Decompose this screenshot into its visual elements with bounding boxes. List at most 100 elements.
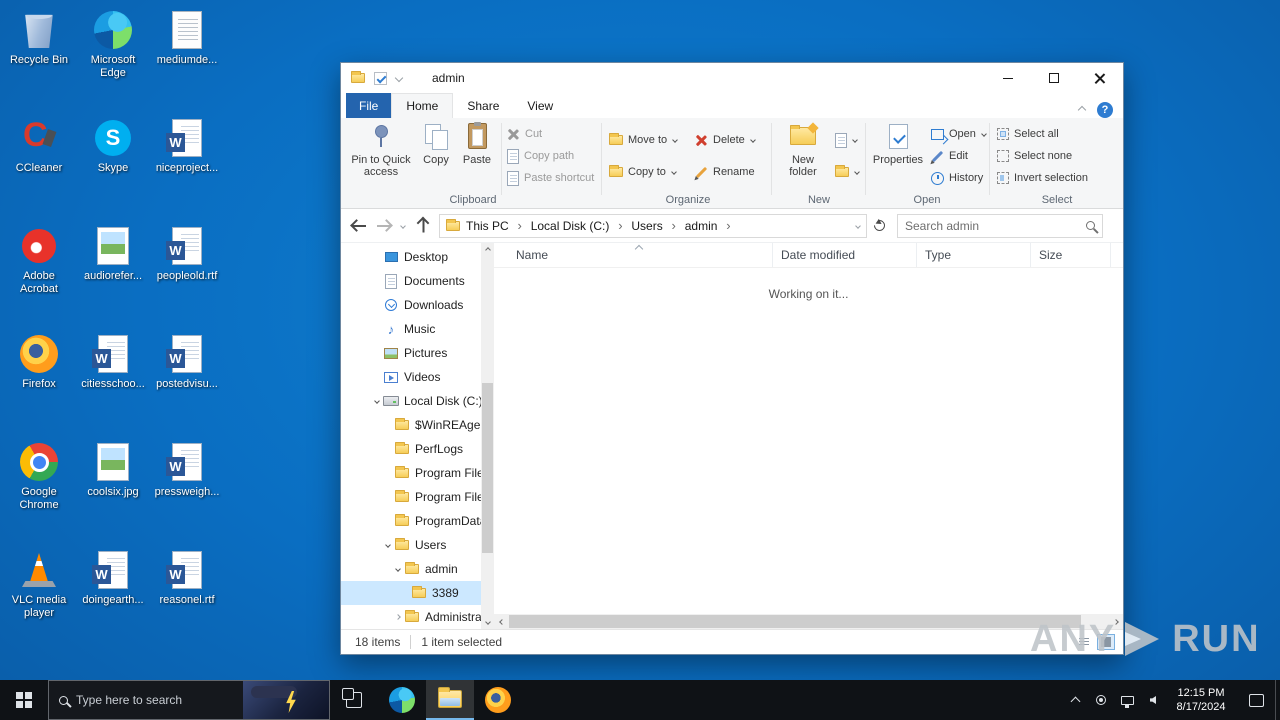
desktop-icon-mediumde[interactable]: mediumde... [150, 4, 224, 112]
tray-network-icon[interactable] [1115, 680, 1139, 720]
scrollbar-thumb[interactable] [509, 615, 1081, 628]
task-view-button[interactable] [330, 680, 378, 720]
nav-item-music[interactable]: Music [341, 317, 481, 341]
column-header-date-modified[interactable]: Date modified [773, 243, 917, 267]
breadcrumb-separator-icon[interactable] [515, 218, 525, 233]
column-header-name[interactable]: Name [494, 243, 773, 267]
minimize-button[interactable] [985, 63, 1031, 93]
tab-view[interactable]: View [513, 93, 567, 118]
nav-item-pictures[interactable]: Pictures [341, 341, 481, 365]
desktop-icon-ccleaner[interactable]: CCleaner [2, 112, 76, 220]
select-none-button[interactable]: Select none [997, 146, 1072, 166]
taskbar-clock[interactable]: 12:15 PM 8/17/2024 [1165, 680, 1237, 720]
taskbar-firefox-button[interactable] [474, 680, 522, 720]
desktop-icon-citiesschoo[interactable]: citiesschoo... [76, 328, 150, 436]
nav-item-perflogs[interactable]: PerfLogs [341, 437, 481, 461]
desktop-icon-doingearth[interactable]: doingearth... [76, 544, 150, 652]
action-center-button[interactable] [1237, 680, 1275, 720]
desktop-icon-adobe-acrobat[interactable]: Adobe Acrobat [2, 220, 76, 328]
desktop-icon-reasonel[interactable]: reasonel.rtf [150, 544, 224, 652]
nav-item-administrator[interactable]: Administrat... [341, 605, 481, 629]
recent-locations-button[interactable] [395, 214, 411, 238]
new-item-button[interactable] [835, 130, 857, 150]
maximize-button[interactable] [1031, 63, 1077, 93]
expander-icon[interactable] [385, 542, 391, 548]
nav-item-desktop[interactable]: Desktop [341, 245, 481, 269]
address-dropdown-icon[interactable] [855, 223, 861, 229]
search-highlight-image[interactable] [243, 681, 329, 719]
title-bar[interactable]: admin [341, 63, 1123, 93]
breadcrumb-separator-icon[interactable] [723, 218, 733, 233]
cut-button[interactable]: Cut [507, 124, 542, 144]
desktop-icon-niceproject[interactable]: niceproject... [150, 112, 224, 220]
select-all-button[interactable]: Select all [997, 124, 1059, 144]
nav-item-programdata[interactable]: ProgramData [341, 509, 481, 533]
copy-to-button[interactable]: Copy to [609, 162, 676, 182]
navpane-scrollbar[interactable] [481, 243, 494, 629]
delete-button[interactable]: Delete [695, 130, 755, 150]
nav-item-winreagent[interactable]: $WinREAgent [341, 413, 481, 437]
desktop-icon-firefox[interactable]: Firefox [2, 328, 76, 436]
breadcrumb-separator-icon[interactable] [669, 218, 679, 233]
tab-share[interactable]: Share [453, 93, 513, 118]
refresh-button[interactable] [867, 214, 891, 238]
breadcrumb-users[interactable]: Users [631, 219, 662, 233]
nav-item-3389[interactable]: 3389 [341, 581, 481, 605]
desktop-icon-recycle-bin[interactable]: Recycle Bin [2, 4, 76, 112]
breadcrumb-separator-icon[interactable] [615, 218, 625, 233]
desktop-icon-postedvisu[interactable]: postedvisu... [150, 328, 224, 436]
edit-button[interactable]: Edit [931, 146, 968, 166]
help-icon[interactable] [1097, 102, 1113, 118]
new-folder-button[interactable]: New folder [777, 121, 829, 201]
show-desktop-button[interactable] [1275, 680, 1280, 720]
desktop-icon-peopleold[interactable]: peopleold.rtf [150, 220, 224, 328]
up-button[interactable] [411, 214, 435, 238]
hidden-icons-button[interactable] [1063, 680, 1087, 720]
search-input[interactable] [905, 219, 1086, 233]
copy-button[interactable]: Copy [417, 121, 455, 201]
open-button[interactable]: Open [931, 124, 986, 144]
nav-item-program-files-x86[interactable]: Program Files [341, 485, 481, 509]
desktop-icon-google-chrome[interactable]: Google Chrome [2, 436, 76, 544]
paste-shortcut-button[interactable]: Paste shortcut [507, 168, 594, 188]
nav-item-admin[interactable]: admin [341, 557, 481, 581]
expander-icon[interactable] [395, 614, 401, 620]
collapse-ribbon-icon[interactable] [1078, 106, 1086, 114]
easy-access-button[interactable] [835, 162, 859, 182]
nav-item-program-files[interactable]: Program Files [341, 461, 481, 485]
taskbar-search-input[interactable] [76, 693, 235, 707]
copy-path-button[interactable]: Copy path [507, 146, 574, 166]
back-button[interactable] [347, 214, 371, 238]
taskbar-search[interactable] [48, 680, 330, 720]
properties-check-icon[interactable] [374, 72, 387, 85]
address-bar[interactable]: This PC Local Disk (C:) Users admin [439, 214, 867, 238]
close-button[interactable] [1077, 63, 1123, 93]
scroll-left-button[interactable] [494, 614, 509, 629]
desktop-icon-coolsix[interactable]: coolsix.jpg [76, 436, 150, 544]
desktop-icon-pressweigh[interactable]: pressweigh... [150, 436, 224, 544]
tab-file[interactable]: File [346, 93, 391, 118]
start-button[interactable] [0, 680, 48, 720]
forward-button[interactable] [371, 214, 395, 238]
nav-item-videos[interactable]: Videos [341, 365, 481, 389]
nav-item-users[interactable]: Users [341, 533, 481, 557]
breadcrumb-this-pc[interactable]: This PC [466, 219, 509, 233]
pin-to-quick-access-button[interactable]: Pin to Quick access [349, 121, 413, 201]
nav-item-local-disk-c[interactable]: Local Disk (C:) [341, 389, 481, 413]
desktop-icon-skype[interactable]: Skype [76, 112, 150, 220]
column-header-type[interactable]: Type [917, 243, 1031, 267]
breadcrumb-admin[interactable]: admin [685, 219, 718, 233]
scrollbar-thumb[interactable] [482, 383, 493, 553]
nav-item-documents[interactable]: Documents [341, 269, 481, 293]
column-header-size[interactable]: Size [1031, 243, 1111, 267]
paste-button[interactable]: Paste [457, 121, 497, 201]
search-box[interactable] [897, 214, 1103, 238]
scroll-up-button[interactable] [481, 243, 494, 257]
taskbar-edge-button[interactable] [378, 680, 426, 720]
tray-volume-icon[interactable] [1141, 680, 1165, 720]
chevron-down-icon[interactable] [395, 74, 403, 82]
tab-home[interactable]: Home [391, 93, 453, 118]
scroll-down-button[interactable] [481, 615, 494, 629]
desktop-icon-audiorefer[interactable]: audiorefer... [76, 220, 150, 328]
properties-button[interactable]: Properties [869, 121, 927, 201]
